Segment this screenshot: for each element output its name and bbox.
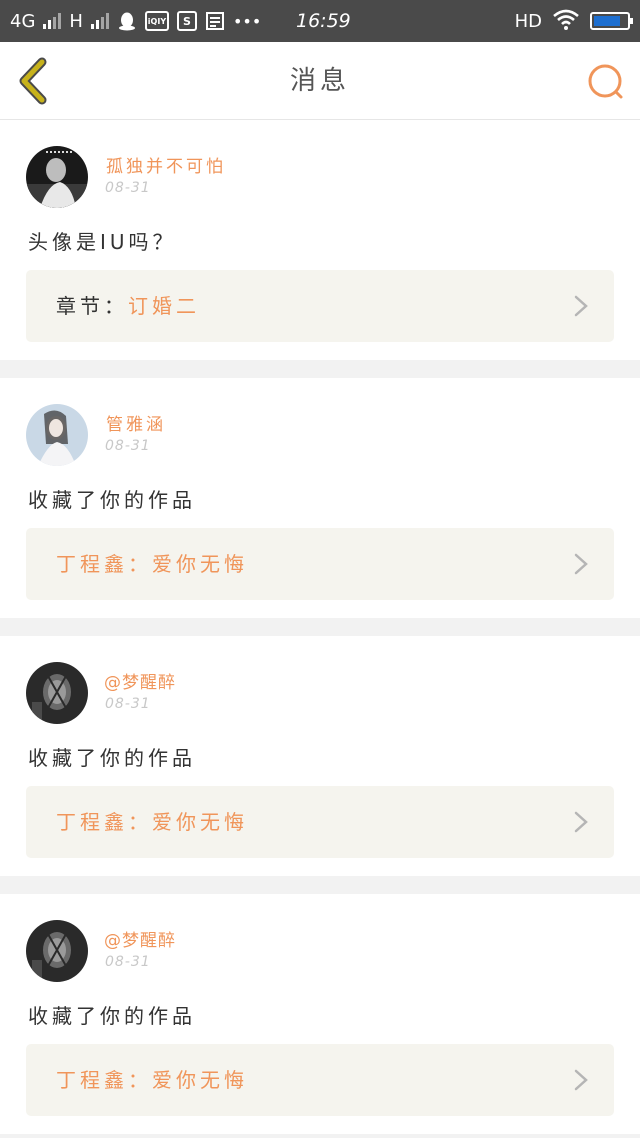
more-notifications: ••• [232, 11, 262, 31]
message-item[interactable]: 孤独并不可怕 08-31 头像是IU吗？ 章节：订婚二 [0, 120, 640, 360]
message-date: 08-31 [105, 438, 151, 454]
avatar[interactable] [26, 662, 88, 724]
username[interactable]: 管雅涵 [106, 410, 166, 435]
status-bar: 4G H iQIY S ••• 16:59 HD [0, 0, 640, 42]
username[interactable]: @梦醒醉 [104, 926, 176, 951]
s-app-icon: S [176, 11, 197, 31]
signal-icon [43, 13, 62, 29]
iqiyi-icon: iQIY [144, 11, 169, 31]
status-time: 16:59 [296, 10, 351, 32]
message-date: 08-31 [105, 696, 151, 712]
ref-value: 丁程鑫：爱你无悔 [56, 552, 248, 576]
search-icon [588, 64, 623, 99]
message-content: 收藏了你的作品 [28, 1004, 196, 1028]
network-4g-label: 4G [10, 10, 36, 32]
chevron-right-icon [574, 1069, 588, 1091]
referenced-work-card[interactable]: 丁程鑫：爱你无悔 [26, 786, 614, 858]
avatar[interactable] [26, 146, 88, 208]
avatar[interactable] [26, 404, 88, 466]
referenced-work-card[interactable]: 丁程鑫：爱你无悔 [26, 528, 614, 600]
username[interactable]: 孤独并不可怕 [106, 152, 226, 177]
referenced-work-card[interactable]: 丁程鑫：爱你无悔 [26, 1044, 614, 1116]
message-content: 收藏了你的作品 [28, 488, 196, 512]
page-title: 消息 [289, 66, 350, 96]
message-date: 08-31 [105, 180, 151, 196]
message-item[interactable]: @梦醒醉 08-31 收藏了你的作品 丁程鑫：爱你无悔 [0, 894, 640, 1134]
wifi-icon [552, 8, 580, 35]
message-content: 收藏了你的作品 [28, 746, 196, 770]
ref-label: 章节： [56, 294, 128, 318]
message-date: 08-31 [105, 954, 151, 970]
ref-value: 丁程鑫：爱你无悔 [56, 1068, 248, 1092]
chevron-right-icon [574, 295, 588, 317]
network-h-label: H [69, 10, 83, 32]
ref-value: 丁程鑫：爱你无悔 [56, 810, 248, 834]
signal-icon [90, 13, 109, 29]
hd-label: HD [514, 10, 542, 32]
message-item[interactable]: @梦醒醉 08-31 收藏了你的作品 丁程鑫：爱你无悔 [0, 636, 640, 876]
ref-value: 订婚二 [128, 294, 200, 318]
chevron-right-icon [574, 811, 588, 833]
qq-icon [117, 11, 137, 31]
weather-app-icon [205, 11, 225, 31]
username[interactable]: @梦醒醉 [104, 668, 176, 693]
battery-icon [590, 12, 633, 30]
avatar[interactable] [26, 920, 88, 982]
search-button[interactable] [586, 62, 626, 102]
referenced-work-card[interactable]: 章节：订婚二 [26, 270, 614, 342]
message-content: 头像是IU吗？ [28, 230, 177, 254]
message-item[interactable]: 管雅涵 08-31 收藏了你的作品 丁程鑫：爱你无悔 [0, 378, 640, 618]
nav-bar: 消息 [0, 42, 640, 120]
chevron-right-icon [574, 553, 588, 575]
